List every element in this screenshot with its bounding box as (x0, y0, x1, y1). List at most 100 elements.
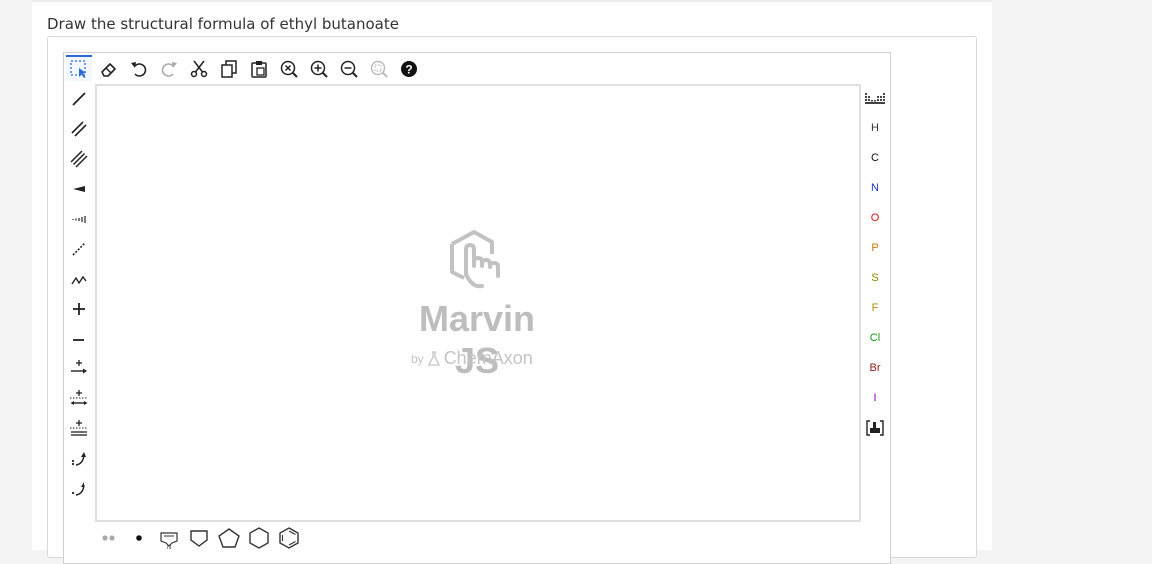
flask-icon (427, 350, 440, 366)
logo-subtitle: by ChemAxon (411, 348, 551, 369)
logo-by: by (411, 351, 424, 366)
cut-button[interactable] (186, 57, 212, 81)
zoom-out-button[interactable] (336, 57, 362, 81)
paste-button[interactable] (246, 57, 272, 81)
element-label: P (871, 242, 879, 254)
left-toolbar (64, 85, 94, 515)
element-button-br[interactable]: Br (860, 356, 890, 380)
svg-text:?: ? (405, 63, 412, 77)
zoom-clear-icon (280, 60, 298, 78)
shield-ring-icon (190, 530, 208, 547)
pentagon-icon (218, 528, 240, 548)
hexagon-icon (249, 527, 269, 549)
atom-list-button[interactable] (860, 416, 890, 440)
copy-button[interactable] (216, 57, 242, 81)
help-button[interactable]: ? (396, 57, 422, 81)
wedge-bond-button[interactable] (66, 176, 92, 202)
double-bond-button[interactable] (66, 116, 92, 142)
undo-icon (131, 62, 147, 77)
element-button-f[interactable]: F (860, 296, 890, 320)
triple-bond-icon (70, 150, 88, 168)
redo-button[interactable] (156, 57, 182, 81)
lone-pair-icon (102, 535, 115, 541)
increase-charge-button[interactable] (66, 296, 92, 322)
periodic-table-button[interactable] (860, 87, 890, 111)
element-button-p[interactable]: P (860, 236, 890, 260)
element-button-h[interactable]: H (860, 116, 890, 140)
zoom-fit-button[interactable] (366, 57, 392, 81)
periodic-table-icon (865, 93, 885, 104)
pyrrole-template-button[interactable]: N (155, 525, 183, 551)
equilibrium-arrow-button[interactable] (66, 386, 92, 412)
single-electron-flow-button[interactable] (66, 476, 92, 502)
paste-icon (251, 61, 267, 78)
single-bond-button[interactable] (66, 86, 92, 112)
marvin-hand-icon (450, 230, 500, 289)
single-electron-arrow-icon (71, 482, 85, 496)
lone-pair-button[interactable] (95, 525, 123, 551)
element-label: F (871, 302, 879, 314)
zoom-in-button[interactable] (306, 57, 332, 81)
hashed-bond-icon (72, 216, 86, 223)
rectangle-select-icon (70, 60, 86, 78)
element-label: S (871, 272, 879, 284)
decrease-charge-button[interactable] (66, 326, 92, 352)
retrosynthetic-arrow-button[interactable] (66, 416, 92, 442)
hashed-bond-button[interactable] (66, 206, 92, 232)
drawing-canvas[interactable]: Marvin JS by ChemAxon (95, 84, 861, 522)
eraser-icon (101, 63, 116, 77)
resonance-arrow-icon (70, 390, 88, 405)
cyclohexane-template-button[interactable] (245, 525, 273, 551)
element-button-o[interactable]: O (860, 206, 890, 230)
reaction-arrow-button[interactable] (66, 356, 92, 382)
logo-title: Marvin JS (418, 298, 536, 381)
element-label: C (871, 152, 879, 164)
dashed-bond-icon (72, 242, 86, 256)
benzene-template-button[interactable] (275, 525, 303, 551)
element-button-i[interactable]: I (860, 386, 890, 410)
plus-charge-icon (73, 303, 85, 315)
element-label: H (871, 122, 879, 134)
copy-icon (221, 60, 237, 78)
atom-list-icon (866, 420, 884, 436)
help-icon: ? (401, 61, 417, 77)
element-button-n[interactable]: N (860, 176, 890, 200)
cyclobutane-template-button[interactable] (185, 525, 213, 551)
bottom-toolbar: N (95, 523, 395, 553)
element-label: I (873, 392, 877, 404)
chain-icon (71, 275, 87, 285)
rectangle-select-button[interactable] (66, 55, 92, 81)
svg-text:N: N (167, 545, 171, 549)
any-bond-button[interactable] (66, 236, 92, 262)
element-label: N (871, 182, 879, 194)
radical-icon (136, 535, 142, 541)
top-toolbar: ? (64, 53, 890, 85)
element-label: Br (869, 362, 881, 374)
chain-button[interactable] (66, 266, 92, 292)
reaction-arrow-icon (71, 360, 87, 374)
question-text: Draw the structural formula of ethyl but… (47, 15, 399, 33)
zoom-in-icon (310, 60, 328, 78)
equilibrium-arrow-icon (70, 420, 88, 436)
cyclopentane-template-button[interactable] (215, 525, 243, 551)
clear-button[interactable] (276, 57, 302, 81)
zoom-fit-icon (370, 60, 388, 78)
page: Draw the structural formula of ethyl but… (32, 0, 992, 564)
erase-button[interactable] (96, 57, 122, 81)
zoom-out-icon (340, 60, 358, 78)
logo-company: ChemAxon (443, 348, 533, 368)
triple-bond-button[interactable] (66, 146, 92, 172)
electron-pair-arrow-icon (71, 452, 86, 466)
element-label: O (870, 212, 880, 224)
marvin-logo: Marvin JS by ChemAxon (397, 226, 557, 381)
radical-button[interactable] (125, 525, 153, 551)
scissors-icon (190, 60, 208, 78)
double-bond-icon (71, 121, 87, 137)
right-toolbar: H C N O P S F Cl Br I (860, 85, 890, 485)
wedge-bond-icon (73, 186, 85, 192)
element-button-s[interactable]: S (860, 266, 890, 290)
element-button-c[interactable]: C (860, 146, 890, 170)
electron-flow-button[interactable] (66, 446, 92, 472)
undo-button[interactable] (126, 57, 152, 81)
element-button-cl[interactable]: Cl (860, 326, 890, 350)
